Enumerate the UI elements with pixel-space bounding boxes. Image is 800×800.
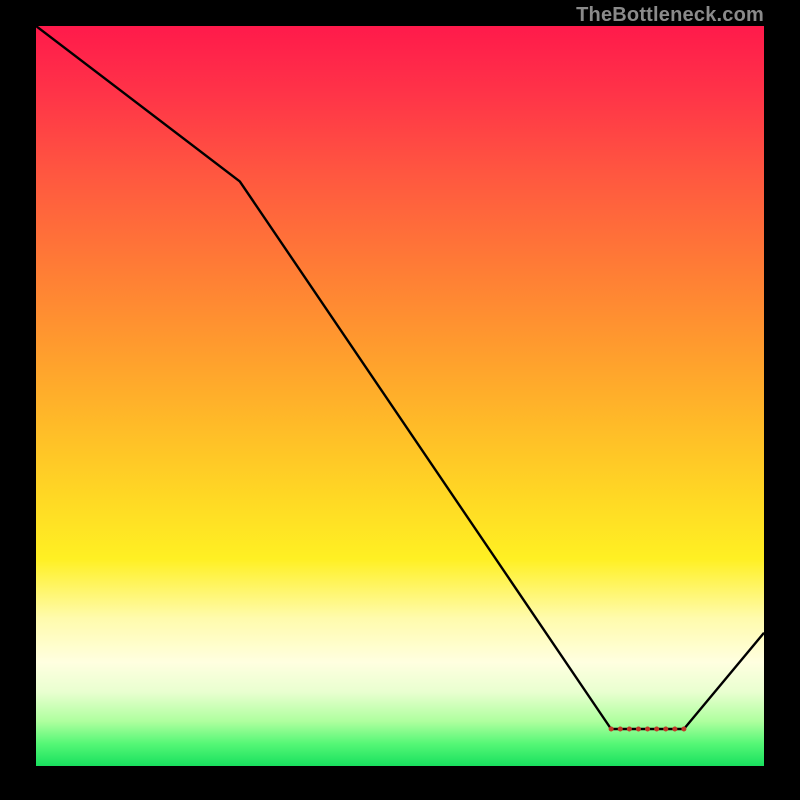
bottleneck-curve — [36, 26, 764, 729]
chart-svg — [36, 26, 764, 766]
watermark-text: TheBottleneck.com — [576, 4, 764, 27]
plot-area — [36, 26, 764, 766]
chart-stage: TheBottleneck.com — [0, 0, 800, 800]
